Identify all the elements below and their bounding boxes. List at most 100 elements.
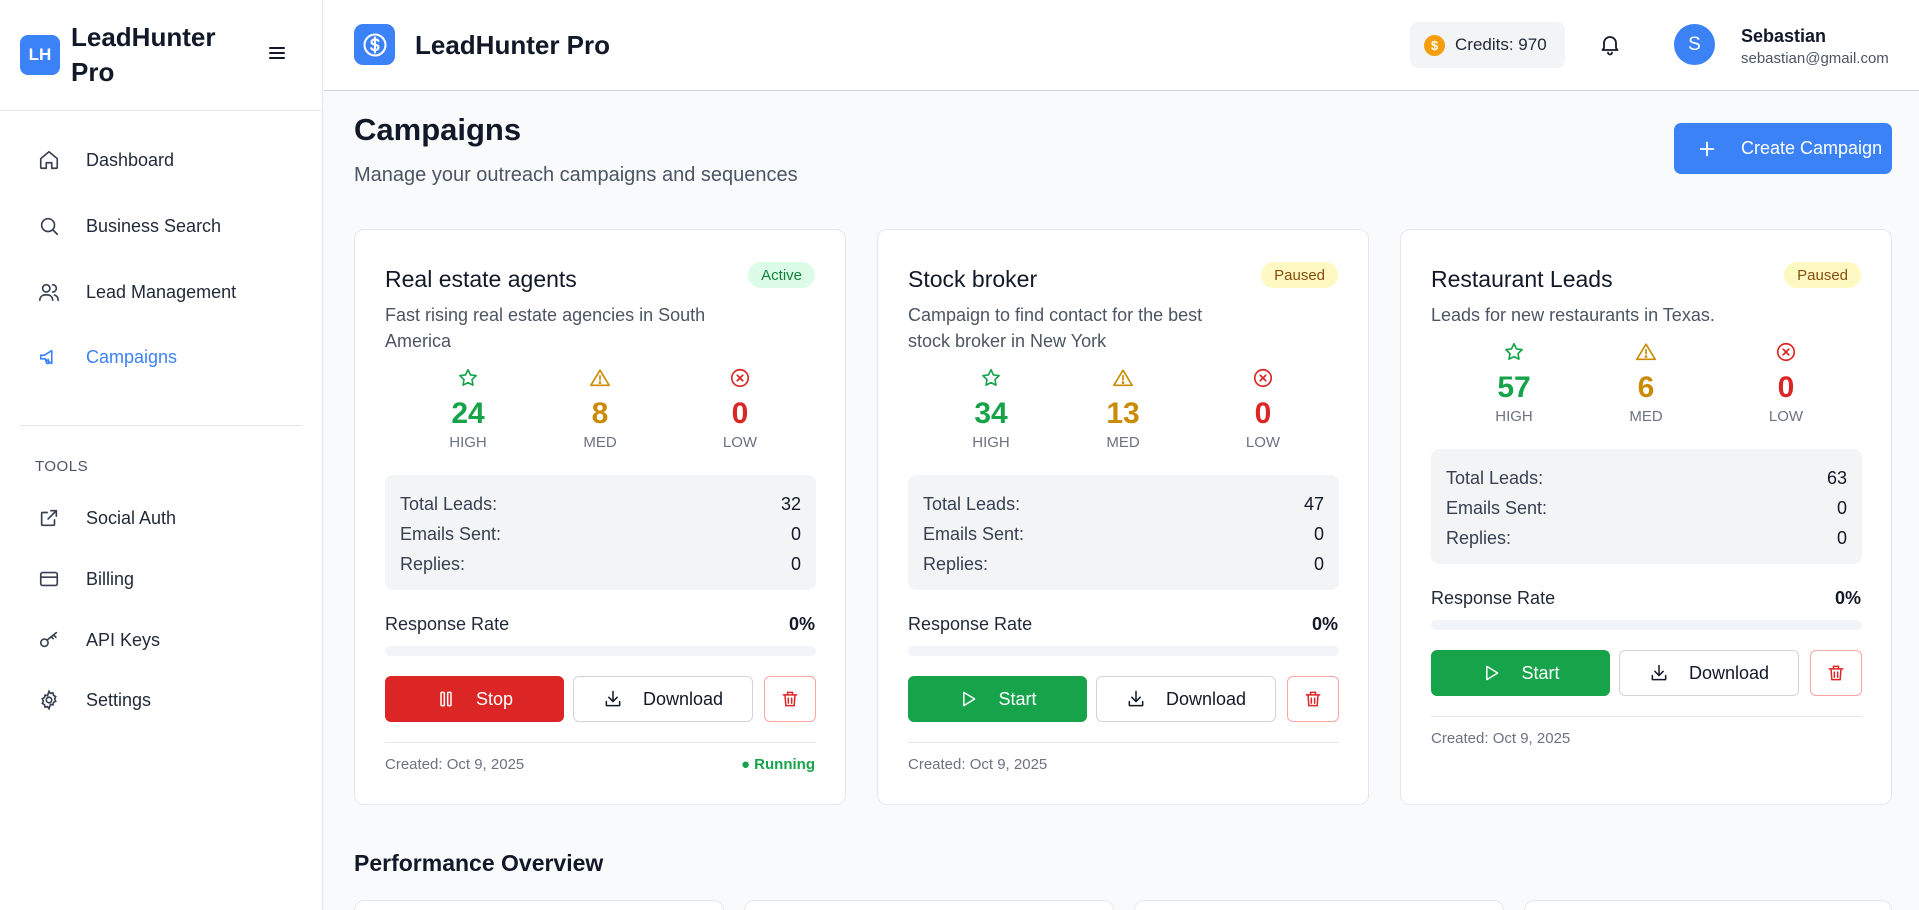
- external-link-icon: [40, 509, 58, 527]
- replies-value: 0: [1313, 553, 1324, 574]
- metric-value: 0: [1777, 371, 1795, 404]
- sidebar-item-label: API Keys: [86, 629, 161, 650]
- metric-value: 34: [974, 397, 1008, 430]
- sidebar-item-campaigns[interactable]: Campaigns: [20, 334, 302, 380]
- response-rate-bar: [908, 646, 1339, 656]
- created-date: Created: Oct 9, 2025: [1431, 730, 1571, 747]
- trash-icon: [1828, 665, 1844, 681]
- user-name: Sebastian: [1741, 26, 1827, 46]
- metric-value: 0: [1254, 397, 1272, 430]
- x-circle-icon: [1776, 342, 1796, 362]
- metric-low: 0 LOW: [680, 367, 800, 451]
- delete-button[interactable]: [764, 676, 816, 722]
- metric-value: 0: [731, 397, 749, 430]
- user-email: sebastian@gmail.com: [1741, 50, 1889, 67]
- metric-value: 8: [591, 397, 609, 430]
- metric-value: 13: [1106, 397, 1140, 430]
- download-icon: [605, 690, 621, 707]
- campaign-card-stock-broker: Stock broker Paused Campaign to find con…: [877, 229, 1369, 805]
- metric-label: MED: [1106, 434, 1140, 451]
- status-badge: Paused: [1261, 262, 1338, 288]
- key-icon: [39, 631, 58, 648]
- coin-icon: $: [1424, 34, 1445, 56]
- start-button[interactable]: Start: [908, 676, 1087, 722]
- stop-button[interactable]: Stop: [385, 676, 564, 722]
- star-icon: [459, 368, 477, 386]
- sidebar-divider: [20, 425, 302, 426]
- running-status: ● Running: [740, 756, 815, 773]
- credits-badge[interactable]: $ Credits: 970: [1410, 22, 1565, 68]
- sidebar-item-billing[interactable]: Billing: [20, 556, 302, 602]
- pause-icon: [440, 691, 452, 707]
- x-circle-icon: [1253, 368, 1273, 388]
- metric-med: 8 MED: [540, 367, 660, 451]
- credits-text: Credits: 970: [1455, 35, 1547, 54]
- search-icon: [40, 217, 59, 236]
- play-icon: [1486, 665, 1499, 681]
- metric-label: LOW: [722, 434, 758, 451]
- sidebar-item-dashboard[interactable]: Dashboard: [20, 137, 302, 183]
- sidebar-item-label: Business Search: [86, 215, 222, 236]
- response-rate-bar: [1431, 620, 1862, 630]
- campaign-title: Stock broker: [908, 266, 1038, 292]
- create-campaign-label: Create Campaign: [1741, 138, 1883, 158]
- download-button[interactable]: Download: [573, 676, 753, 722]
- download-label: Download: [1688, 662, 1770, 683]
- response-rate-value: 0%: [1311, 614, 1338, 634]
- credit-card-icon: [39, 571, 59, 587]
- stat-label: Total Leads:: [923, 493, 1021, 514]
- card-divider: [908, 742, 1339, 743]
- metric-low: 0 LOW: [1726, 341, 1846, 425]
- warning-icon: [1113, 369, 1133, 387]
- download-button[interactable]: Download: [1096, 676, 1276, 722]
- campaign-stats: Total Leads: 47 Emails Sent: 0 Replies: 0: [908, 475, 1339, 590]
- metric-label: HIGH: [1495, 408, 1533, 425]
- star-icon: [1505, 342, 1523, 360]
- sidebar-item-social-auth[interactable]: Social Auth: [20, 495, 302, 541]
- create-campaign-button[interactable]: Create Campaign: [1674, 123, 1892, 174]
- performance-card: [354, 900, 724, 910]
- campaign-title: Real estate agents: [385, 266, 577, 292]
- avatar[interactable]: S: [1674, 24, 1715, 65]
- top-header: LeadHunter Pro $ Credits: 970 S Sebastia…: [324, 0, 1919, 91]
- download-icon: [1651, 664, 1667, 681]
- menu-toggle-button[interactable]: [266, 42, 288, 64]
- metric-label: HIGH: [449, 434, 487, 451]
- replies-value: 0: [790, 553, 801, 574]
- metric-label: MED: [583, 434, 617, 451]
- performance-card: [1524, 900, 1892, 910]
- metric-value: 24: [451, 397, 485, 430]
- performance-card: [744, 900, 1114, 910]
- sidebar-item-lead-management[interactable]: Lead Management: [20, 269, 302, 315]
- home-icon: [39, 150, 59, 170]
- page-subtitle: Manage your outreach campaigns and seque…: [354, 164, 798, 186]
- delete-button[interactable]: [1287, 676, 1339, 722]
- campaign-stats: Total Leads: 63 Emails Sent: 0 Replies: 0: [1431, 449, 1862, 564]
- header-title: LeadHunter Pro: [415, 30, 611, 60]
- megaphone-icon: [39, 349, 53, 365]
- stat-label: Replies:: [400, 553, 466, 574]
- emails-sent-value: 0: [1836, 497, 1847, 518]
- delete-button[interactable]: [1810, 650, 1862, 696]
- sidebar-item-label: Dashboard: [86, 149, 175, 170]
- stat-label: Emails Sent:: [923, 523, 1025, 544]
- campaign-card-real-estate: Real estate agents Active Fast rising re…: [354, 229, 846, 805]
- sidebar-item-settings[interactable]: Settings: [20, 677, 302, 723]
- stat-label: Emails Sent:: [400, 523, 502, 544]
- campaign-description: Campaign to find contact for the best st…: [908, 305, 1203, 351]
- star-icon: [982, 368, 1000, 386]
- sidebar-item-business-search[interactable]: Business Search: [20, 203, 302, 249]
- card-divider: [385, 742, 816, 743]
- sidebar-item-api-keys[interactable]: API Keys: [20, 617, 302, 663]
- trash-icon: [782, 691, 798, 707]
- start-label: Start: [998, 688, 1037, 709]
- download-label: Download: [1165, 688, 1247, 709]
- download-button[interactable]: Download: [1619, 650, 1799, 696]
- start-label: Start: [1521, 662, 1560, 683]
- campaign-description: Leads for new restaurants in Texas.: [1431, 305, 1715, 325]
- hamburger-icon: [269, 47, 285, 59]
- notifications-button[interactable]: [1598, 32, 1622, 56]
- created-date: Created: Oct 9, 2025: [385, 756, 525, 773]
- start-button[interactable]: Start: [1431, 650, 1610, 696]
- dollar-circle-icon: [362, 32, 387, 57]
